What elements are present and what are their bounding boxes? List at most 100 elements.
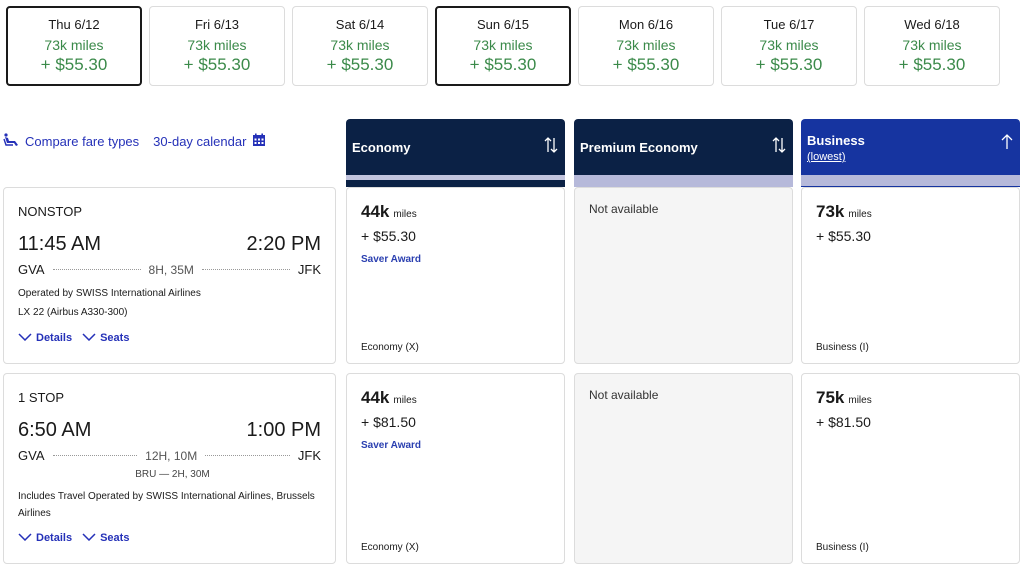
date-miles: 73k miles [44,37,104,53]
origin-code: GVA [18,448,45,463]
column-header-economy[interactable]: Economy [346,119,565,187]
route-line [52,269,141,270]
fare-cabin-code: Economy (X) [361,542,419,553]
date-card-thu-6-12[interactable]: Thu 6/12 73k miles + $55.30 [6,6,142,86]
column-header-strip [574,175,793,187]
date-card-mon-6-16[interactable]: Mon 6/16 73k miles + $55.30 [578,6,714,86]
column-subtitle: (lowest) [807,151,846,163]
stops-label: NONSTOP [18,204,83,219]
seats-toggle[interactable]: Seats [82,532,129,544]
route-line [52,455,138,456]
seats-label: Seats [100,532,130,544]
column-title: Economy [352,139,411,155]
date-miles: 73k miles [330,37,390,53]
sort-both-icon[interactable] [543,136,559,159]
depart-time: 11:45 AM [18,233,102,255]
chevron-down-icon [18,332,32,344]
details-label: Details [36,332,73,344]
fare-cabin-code: Business (I) [816,542,869,553]
column-header-strip [346,175,565,180]
toolbar-links: Compare fare types 30-day calendar [3,133,266,150]
destination-code: JFK [297,448,321,463]
flight-card: 1 STOP 6:50 AM 1:00 PM GVA 12H, 10M JFK … [3,373,336,564]
arrive-time: 1:00 PM [246,419,321,441]
seats-label: Seats [100,332,130,344]
date-price: + $55.30 [183,55,251,74]
arrive-time: 2:20 PM [246,233,321,255]
fare-miles: 44k [361,202,390,221]
fare-cell-business[interactable]: 73k miles + $55.30 Business (I) [801,187,1020,364]
chevron-down-icon [82,332,96,344]
column-header-strip [801,175,1020,186]
column-title: Business [807,133,865,148]
layover-info: BRU — 2H, 30M [135,469,210,480]
date-label: Wed 6/18 [904,17,960,32]
depart-time: 6:50 AM [18,419,92,441]
date-label: Sat 6/14 [335,17,385,32]
origin-code: GVA [18,262,45,277]
flight-card: NONSTOP 11:45 AM 2:20 PM GVA 8H, 35M JFK… [3,187,336,364]
date-price: + $55.30 [469,55,537,74]
date-price: + $55.30 [40,55,108,74]
seat-icon [3,133,19,150]
details-toggle[interactable]: Details [18,332,72,344]
fare-cell-economy[interactable]: 44k miles + $81.50 Saver Award Economy (… [346,373,565,564]
date-price: + $55.30 [326,55,394,74]
date-card-wed-6-18[interactable]: Wed 6/18 73k miles + $55.30 [864,6,1000,86]
fare-miles-unit: miles [393,395,417,406]
date-label: Fri 6/13 [194,17,240,32]
date-miles: 73k miles [187,37,247,53]
fare-miles: 44k [361,388,390,407]
date-price: + $55.30 [612,55,680,74]
operated-by: Operated by SWISS International Airlines [18,288,201,299]
route-line [201,269,290,270]
flight-duration: 12H, 10M [145,448,198,463]
date-card-fri-6-13[interactable]: Fri 6/13 73k miles + $55.30 [149,6,285,86]
fare-cell-premium-economy: Not available [574,373,793,564]
saver-award-badge: Saver Award [361,440,422,451]
details-label: Details [36,532,73,544]
calendar-label: 30-day calendar [153,134,247,149]
fare-miles-unit: miles [393,209,417,220]
date-miles: 73k miles [473,37,533,53]
fare-cabin-code: Business (I) [816,342,869,353]
fare-cash: + $81.50 [816,414,871,430]
fare-cash: + $81.50 [361,414,416,430]
date-miles: 73k miles [759,37,819,53]
fare-miles-unit: miles [848,209,872,220]
date-label: Thu 6/12 [48,17,100,32]
seats-toggle[interactable]: Seats [82,332,129,344]
chevron-down-icon [18,532,32,544]
stops-label: 1 STOP [18,390,65,405]
date-miles: 73k miles [902,37,962,53]
operated-by: Includes Travel Operated by SWISS Intern… [18,491,315,519]
chevron-down-icon [82,532,96,544]
fare-cabin-code: Economy (X) [361,342,419,353]
details-toggle[interactable]: Details [18,532,72,544]
route: GVA 8H, 35M JFK [18,262,321,277]
fare-miles: 73k [816,202,845,221]
date-card-sat-6-14[interactable]: Sat 6/14 73k miles + $55.30 [292,6,428,86]
fare-cell-economy[interactable]: 44k miles + $55.30 Saver Award Economy (… [346,187,565,364]
calendar-link[interactable]: 30-day calendar [153,133,266,150]
sort-both-icon[interactable] [771,136,787,159]
fare-miles: 75k [816,388,845,407]
fare-cell-business[interactable]: 75k miles + $81.50 Business (I) [801,373,1020,564]
date-miles: 73k miles [616,37,676,53]
fare-miles-unit: miles [848,395,872,406]
date-price: + $55.30 [898,55,966,74]
column-title: Premium Economy [580,139,698,155]
route-line [205,455,290,456]
route: GVA 12H, 10M JFK [18,448,321,463]
sort-up-icon[interactable] [1000,133,1014,156]
compare-fare-types-link[interactable]: Compare fare types [3,133,139,150]
column-header-premium-economy[interactable]: Premium Economy [574,119,793,187]
date-label: Mon 6/16 [618,17,674,32]
column-header-business[interactable]: Business (lowest) [801,119,1020,187]
date-card-sun-6-15[interactable]: Sun 6/15 73k miles + $55.30 [435,6,571,86]
date-card-tue-6-17[interactable]: Tue 6/17 73k miles + $55.30 [721,6,857,86]
saver-award-badge: Saver Award [361,254,422,265]
destination-code: JFK [297,262,322,277]
fare-cell-premium-economy: Not available [574,187,793,364]
date-label: Sun 6/15 [476,17,530,32]
